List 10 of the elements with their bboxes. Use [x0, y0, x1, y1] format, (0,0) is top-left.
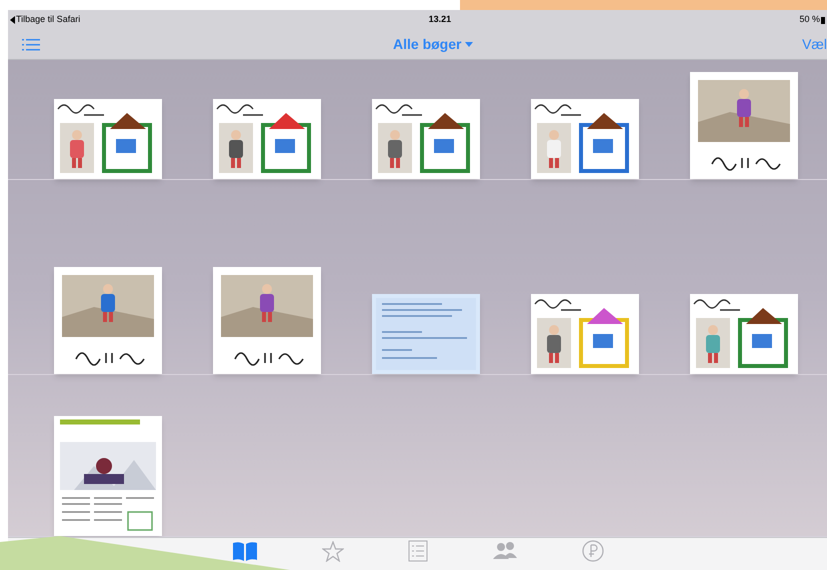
collection-menu[interactable]: Alle bøger: [393, 34, 474, 55]
books-icon[interactable]: [232, 541, 258, 561]
back-link[interactable]: Tilbage til Safari: [10, 13, 80, 27]
star-icon[interactable]: [322, 540, 344, 562]
battery-icon: [821, 16, 825, 24]
caret-icon: [465, 42, 474, 47]
select-button[interactable]: Væl: [802, 34, 827, 55]
back-chevron-icon: [10, 16, 15, 24]
battery-level: 50 %: [799, 13, 820, 26]
status-time: 13.21: [428, 13, 452, 26]
